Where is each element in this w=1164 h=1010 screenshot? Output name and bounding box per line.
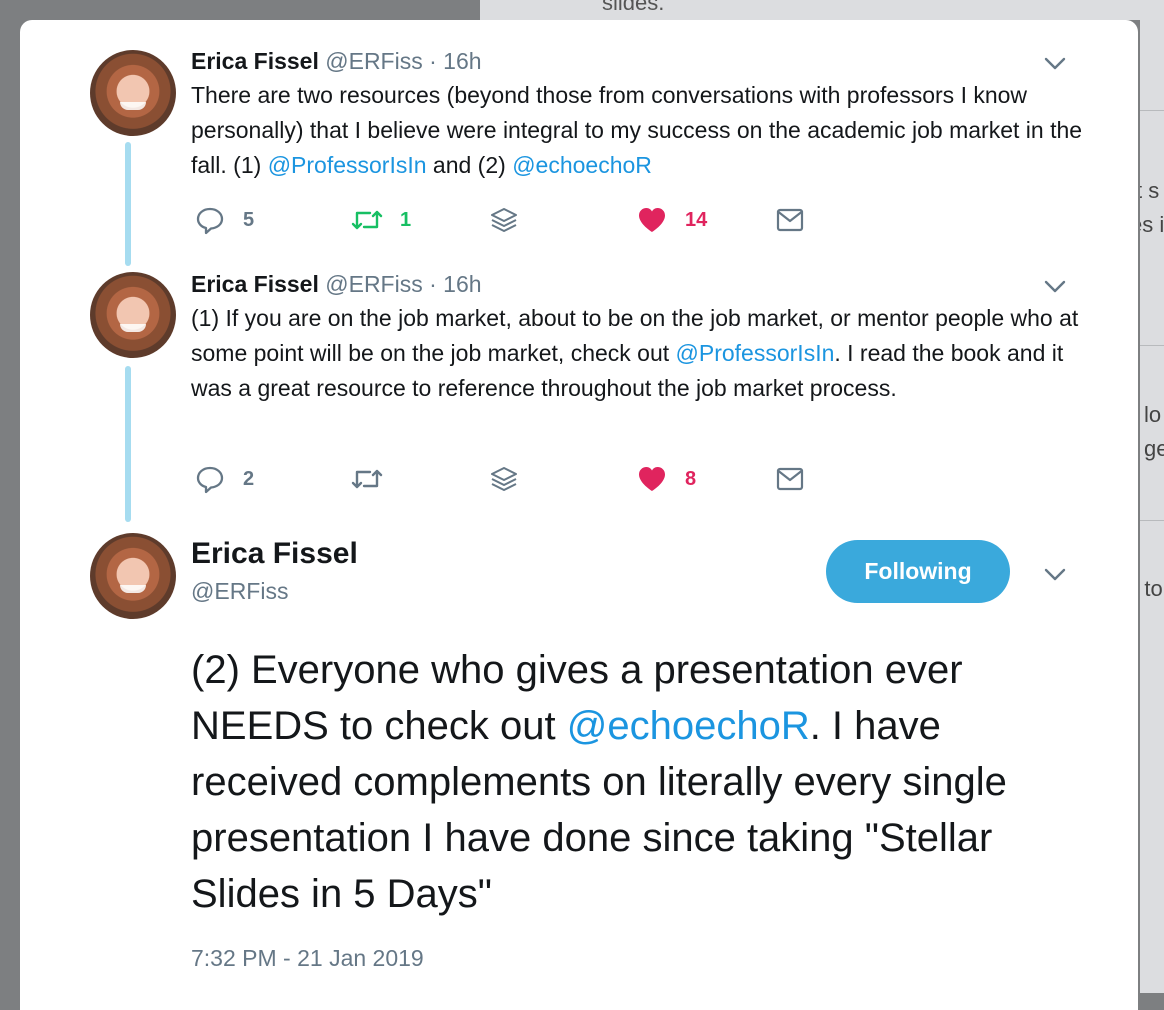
tweet-text-part: and (2) — [426, 152, 513, 178]
separator-dot: · — [429, 271, 437, 297]
message-button[interactable] — [775, 205, 805, 235]
retweet-count: 1 — [400, 208, 412, 231]
thread-line — [125, 142, 131, 266]
stack-icon — [491, 208, 517, 232]
reply-icon — [196, 207, 224, 235]
avatar[interactable] — [90, 272, 176, 358]
mention-link[interactable]: @ProfessorIsIn — [676, 340, 835, 366]
tweet-text: (1) If you are on the job market, about … — [191, 301, 1091, 406]
background-divider — [1140, 520, 1164, 521]
background-text: lo — [1144, 402, 1162, 427]
background-divider — [1140, 110, 1164, 111]
retweet-icon — [351, 469, 383, 489]
chevron-down-icon[interactable] — [1044, 568, 1066, 582]
reply-button[interactable]: 5 — [195, 205, 254, 235]
mention-link[interactable]: @echoechoR — [567, 704, 810, 748]
background-text: slides. — [602, 0, 665, 15]
background-text: e to — [1140, 576, 1163, 601]
retweet-button[interactable]: 1 — [350, 205, 411, 235]
avatar[interactable] — [90, 533, 176, 619]
background-divider — [1140, 345, 1164, 346]
tweet-timestamp[interactable]: 7:32 PM - 21 Jan 2019 — [191, 945, 424, 972]
retweet-button[interactable] — [350, 464, 402, 494]
background-text: es i — [1140, 212, 1164, 237]
retweet-icon — [351, 210, 383, 230]
background-text: t s — [1140, 178, 1160, 203]
like-count: 8 — [685, 467, 697, 490]
reply-count: 2 — [243, 467, 255, 490]
chevron-down-icon[interactable] — [1044, 280, 1066, 294]
stack-button[interactable] — [489, 464, 519, 494]
tweet-actions: 5 1 14 — [195, 205, 895, 235]
author-name[interactable]: Erica Fissel — [191, 271, 319, 297]
author-name[interactable]: Erica Fissel — [191, 537, 358, 571]
tweet-modal: Erica Fissel @ERFiss · 16h There are two… — [20, 20, 1138, 1010]
main-tweet-text: (2) Everyone who gives a presentation ev… — [191, 642, 1091, 922]
like-button[interactable]: 8 — [637, 464, 696, 494]
like-button[interactable]: 14 — [637, 205, 707, 235]
mail-icon — [776, 208, 804, 232]
heart-icon — [639, 208, 665, 232]
background-top-strip: slides. — [480, 0, 1140, 20]
message-button[interactable] — [775, 464, 805, 494]
background-text: ge — [1144, 436, 1164, 461]
stack-icon — [491, 467, 517, 491]
mention-link[interactable]: @ProfessorIsIn — [268, 152, 427, 178]
avatar[interactable] — [90, 50, 176, 136]
thread-line — [125, 366, 131, 522]
heart-icon — [639, 467, 665, 491]
author-handle[interactable]: @ERFiss — [191, 578, 288, 605]
chevron-down-icon[interactable] — [1044, 57, 1066, 71]
tweet-time[interactable]: 16h — [443, 48, 481, 74]
tweet-actions: 2 8 — [195, 464, 895, 494]
like-count: 14 — [685, 208, 708, 231]
author-handle[interactable]: @ERFiss — [325, 271, 422, 297]
mail-icon — [776, 467, 804, 491]
author-handle[interactable]: @ERFiss — [325, 48, 422, 74]
author-name[interactable]: Erica Fissel — [191, 48, 319, 74]
separator-dot: · — [429, 48, 437, 74]
tweet-text: There are two resources (beyond those fr… — [191, 78, 1091, 183]
tweet-time[interactable]: 16h — [443, 271, 481, 297]
reply-icon — [196, 466, 224, 494]
stack-button[interactable] — [489, 205, 519, 235]
mention-link[interactable]: @echoechoR — [512, 152, 652, 178]
background-page: t s es i s lo ge e to — [1140, 0, 1164, 993]
following-button[interactable]: Following — [826, 540, 1010, 603]
tweet-header: Erica Fissel @ERFiss · 16h — [191, 48, 482, 75]
reply-count: 5 — [243, 208, 255, 231]
reply-button[interactable]: 2 — [195, 464, 254, 494]
tweet-header: Erica Fissel @ERFiss · 16h — [191, 271, 482, 298]
